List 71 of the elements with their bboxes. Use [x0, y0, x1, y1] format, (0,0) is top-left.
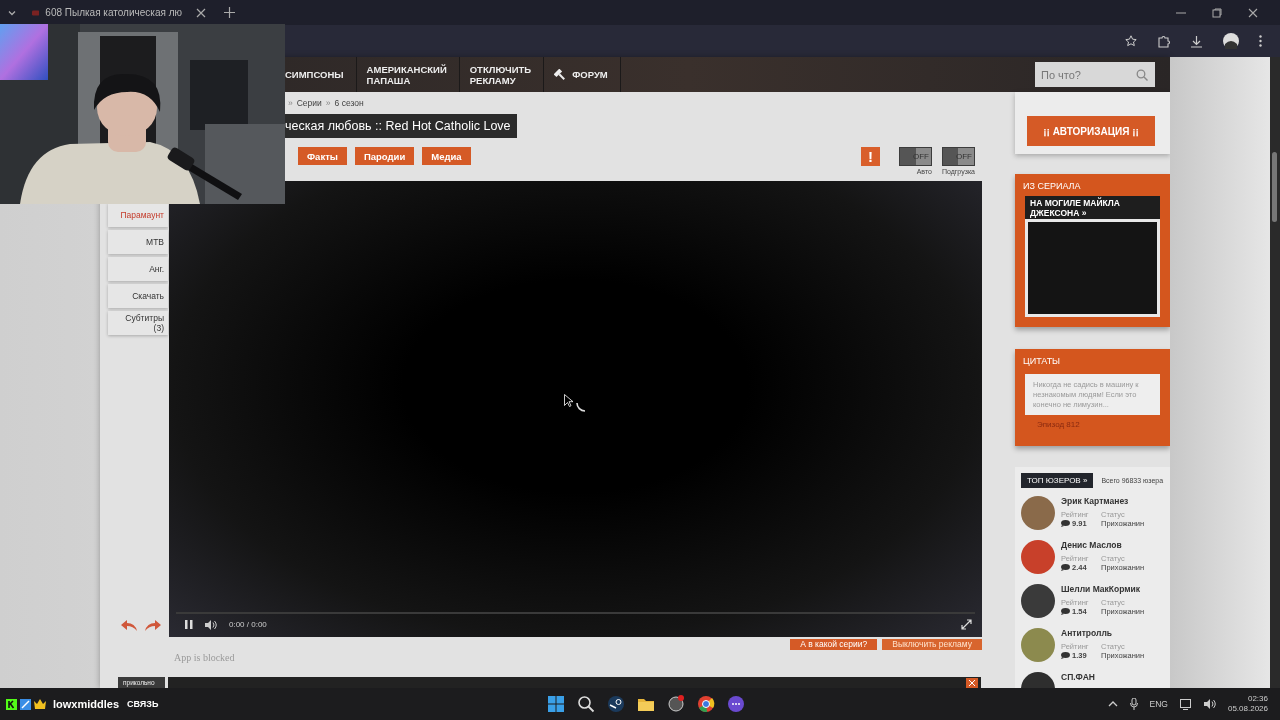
close-icon[interactable]	[966, 677, 978, 688]
close-icon[interactable]	[196, 7, 206, 18]
streamer-name: lowxmiddles	[53, 698, 120, 710]
chat-bubble-icon	[1061, 564, 1070, 571]
episode-link[interactable]: НА МОГИЛЕ МАЙКЛА ДЖЕКСОНА »	[1025, 196, 1160, 219]
time-display: 0:00 / 0:00	[229, 620, 267, 629]
windows-start-icon[interactable]	[546, 694, 566, 714]
section-tab[interactable]: Факты	[298, 147, 347, 165]
redo-arrow-icon[interactable]	[144, 619, 161, 632]
k-logo-icon	[6, 698, 17, 710]
steam-icon[interactable]	[606, 694, 626, 714]
video-thumbnail[interactable]	[1028, 222, 1157, 314]
system-clock[interactable]: 02:36 05.08.2026	[1227, 694, 1268, 714]
download-icon[interactable]	[1190, 34, 1203, 48]
language-indicator[interactable]: ENG	[1149, 699, 1168, 709]
blocked-notice: App is blocked	[174, 652, 235, 663]
volume-icon[interactable]	[1203, 699, 1216, 709]
action-button[interactable]: А в какой серии?	[790, 639, 878, 650]
search-icon[interactable]	[576, 694, 596, 714]
pause-icon[interactable]	[185, 620, 193, 629]
close-icon[interactable]	[1248, 7, 1258, 18]
top-users-link[interactable]: ТОП ЮЗЕРОВ »	[1021, 473, 1094, 488]
card-heading: ЦИТАТЫ	[1023, 355, 1062, 368]
login-button[interactable]: ¡¡ АВТОРИЗАЦИЯ ¡¡	[1027, 116, 1155, 146]
browser-tab[interactable]: 608 Пылкая католическая лю	[26, 0, 188, 25]
chat-bubble-icon	[1061, 652, 1070, 659]
card-heading: ИЗ СЕРИАЛА	[1023, 180, 1082, 193]
chat-bubble-icon	[1061, 608, 1070, 615]
microphone-icon[interactable]	[1129, 698, 1138, 710]
volume-icon[interactable]	[205, 619, 217, 630]
user-name[interactable]: Эрик Картманез	[1061, 496, 1145, 506]
plus-icon[interactable]	[224, 7, 235, 18]
user-name[interactable]: Шелли МакКормик	[1061, 584, 1145, 594]
chevron-up-icon[interactable]	[1107, 700, 1118, 708]
more-menu-icon[interactable]	[1259, 35, 1262, 47]
section-tab[interactable]: Пародии	[354, 147, 415, 165]
extensions-icon[interactable]	[1157, 34, 1170, 48]
chat-app-icon[interactable]	[726, 694, 746, 714]
version-button[interactable]: МТВ	[108, 230, 168, 254]
chat-bubble-icon	[1061, 520, 1070, 527]
cursor-icon	[564, 394, 573, 407]
search-field[interactable]: По что?	[1035, 62, 1155, 87]
version-button[interactable]: Субтитры (3)	[108, 311, 168, 335]
breadcrumb-link[interactable]: Серии	[296, 98, 322, 108]
user-name[interactable]: СП.ФАН	[1061, 672, 1095, 682]
crown-icon	[34, 699, 46, 709]
breadcrumb-link[interactable]: 6 сезон	[334, 98, 364, 108]
report-button[interactable]: !	[860, 147, 880, 166]
undo-arrow-icon[interactable]	[121, 619, 138, 632]
nav-link[interactable]: ОТКЛЮЧИТЬ РЕКЛАМУ	[459, 57, 545, 92]
version-button[interactable]: Парамаунт	[108, 203, 168, 227]
breadcrumb-separator: »	[288, 98, 293, 108]
scrollbar-thumb[interactable]	[1272, 152, 1277, 222]
version-button[interactable]: Анг.	[108, 257, 168, 281]
restore-icon[interactable]	[1212, 7, 1222, 18]
bookmark-star-icon[interactable]	[1125, 35, 1137, 47]
fullscreen-icon[interactable]	[961, 619, 972, 630]
section-tab[interactable]: Медиа	[422, 147, 471, 165]
breadcrumb-separator: »	[325, 98, 331, 108]
video-player[interactable]: 0:00 / 0:00	[169, 181, 982, 637]
user-name[interactable]: Антитролль	[1061, 628, 1145, 638]
chrome-icon[interactable]	[696, 694, 716, 714]
app-icon[interactable]	[666, 694, 686, 714]
hammer-icon	[554, 68, 567, 81]
contact-label: СВЯЗЬ	[127, 699, 159, 709]
nav-link[interactable]: АМЕРИКАНСКИЙ ПАПАША	[356, 57, 460, 92]
nav-link[interactable]: ФОРУМ	[544, 57, 621, 92]
version-button[interactable]: Скачать	[108, 284, 168, 308]
profile-avatar-icon[interactable]	[1223, 33, 1239, 49]
network-icon[interactable]	[1179, 698, 1192, 710]
user-name[interactable]: Денис Маслов	[1061, 540, 1145, 550]
